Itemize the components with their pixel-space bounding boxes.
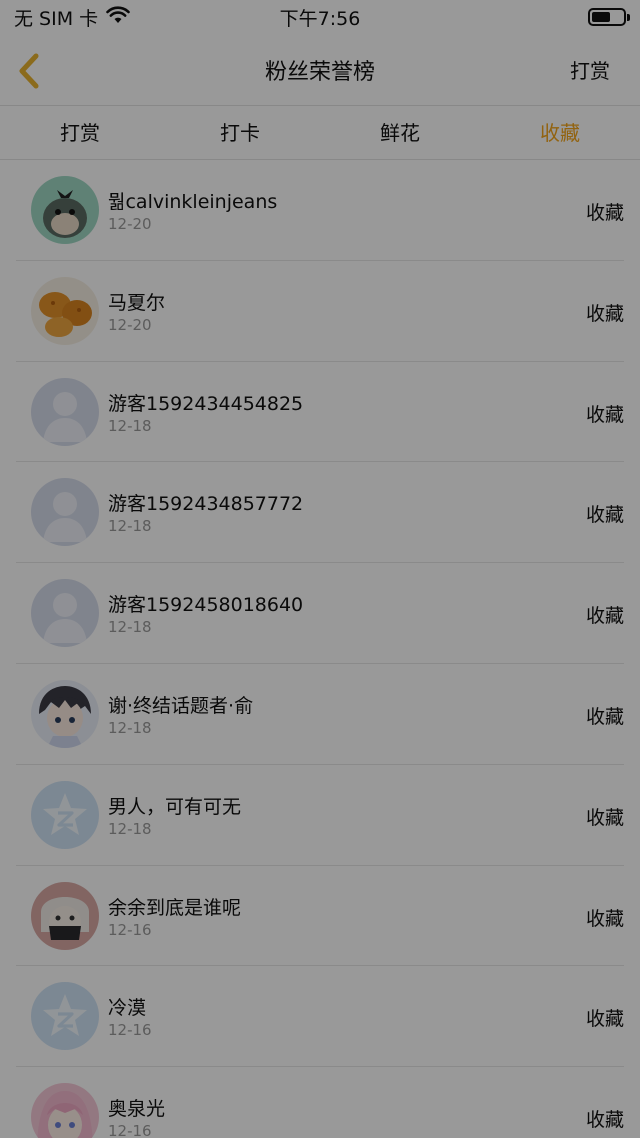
default-person-avatar [31,579,99,648]
list-item[interactable]: 谢·终结话题者·俞 12-18 收藏 [16,664,624,765]
date-label: 12-18 [108,618,152,637]
favorite-label: 收藏 [585,806,624,829]
list-item[interactable]: 游客1592434454825 12-18 收藏 [16,362,624,463]
favorite-label: 收藏 [585,605,624,628]
user-name: 冷漠 [108,997,147,1020]
user-name: 游客1592434857772 [108,493,304,516]
user-name: 男人，可有可无 [108,795,242,818]
list-item[interactable]: 男人，可有可无 12-18 收藏 [16,765,624,866]
user-name: 马夏尔 [108,291,166,314]
favorite-label: 收藏 [585,302,624,325]
user-name: 谢·终结话题者·俞 [108,694,254,717]
default-person-avatar [31,377,99,446]
favorite-label: 收藏 [585,504,624,527]
reward-button[interactable]: 打赏 [570,55,610,84]
wifi-icon [106,5,130,29]
nav-bar: 粉丝荣誉榜 打赏 [0,34,640,106]
tab-bar: 打赏 打卡 鲜花 收藏 [0,106,640,160]
user-name: 游客1592434454825 [108,392,304,415]
list-item[interactable]: 马夏尔 12-20 收藏 [16,261,624,362]
user-name: 奥泉光 [108,1098,166,1121]
favorite-label: 收藏 [585,202,624,224]
date-label: 12-16 [108,1021,152,1040]
qzone-star-avatar [31,780,99,849]
tab-favorites[interactable]: 收藏 [480,106,640,159]
date-label: 12-16 [108,1122,152,1138]
status-left: 无 SIM 卡 [14,4,130,31]
status-bar: 无 SIM 卡 下午7:56 [0,0,640,34]
user-name: 余余到底是谁呢 [108,896,242,919]
date-label: 12-16 [108,920,152,939]
list-item[interactable]: 游客1592458018640 12-18 收藏 [16,563,624,664]
battery-icon [588,8,630,26]
user-name: 뭚calvinkleinjeans [108,191,278,213]
date-label: 12-18 [108,416,152,435]
tab-checkin[interactable]: 打卡 [160,106,320,159]
user-name: 游客1592458018640 [108,594,304,617]
tab-reward[interactable]: 打赏 [0,106,160,159]
list-item[interactable]: 余余到底是谁呢 12-16 收藏 [16,866,624,967]
carrier-label: 无 SIM 卡 [14,7,99,30]
anime-girl-avatar [31,1083,99,1138]
default-person-avatar [31,478,99,547]
favorite-label: 收藏 [585,1109,624,1132]
favorite-label: 收藏 [585,1008,624,1031]
date-label: 12-18 [108,718,152,737]
monkey-avatar [31,176,99,244]
list-item[interactable]: 奥泉光 12-16 收藏 [16,1067,624,1138]
favorite-label: 收藏 [585,403,624,426]
date-label: 12-18 [108,819,152,838]
fan-list: 뭚calvinkleinjeans 12-20 收藏 马夏尔 12-20 收藏 [0,160,640,1138]
tab-flowers[interactable]: 鲜花 [320,106,480,159]
list-item[interactable]: 뭚calvinkleinjeans 12-20 收藏 [16,160,624,261]
favorite-label: 收藏 [585,705,624,728]
date-label: 12-20 [108,315,152,334]
qzone-star-avatar [31,982,99,1051]
food-avatar [31,276,99,345]
favorite-label: 收藏 [585,907,624,930]
date-label: 12-20 [108,215,152,233]
anime-dark-avatar [31,881,99,950]
list-item[interactable]: 冷漠 12-16 收藏 [16,966,624,1068]
anime-boy-avatar [31,679,99,748]
list-item[interactable]: 游客1592434857772 12-18 收藏 [16,462,624,564]
page-title: 粉丝荣誉榜 [264,60,375,85]
date-label: 12-18 [108,517,152,536]
